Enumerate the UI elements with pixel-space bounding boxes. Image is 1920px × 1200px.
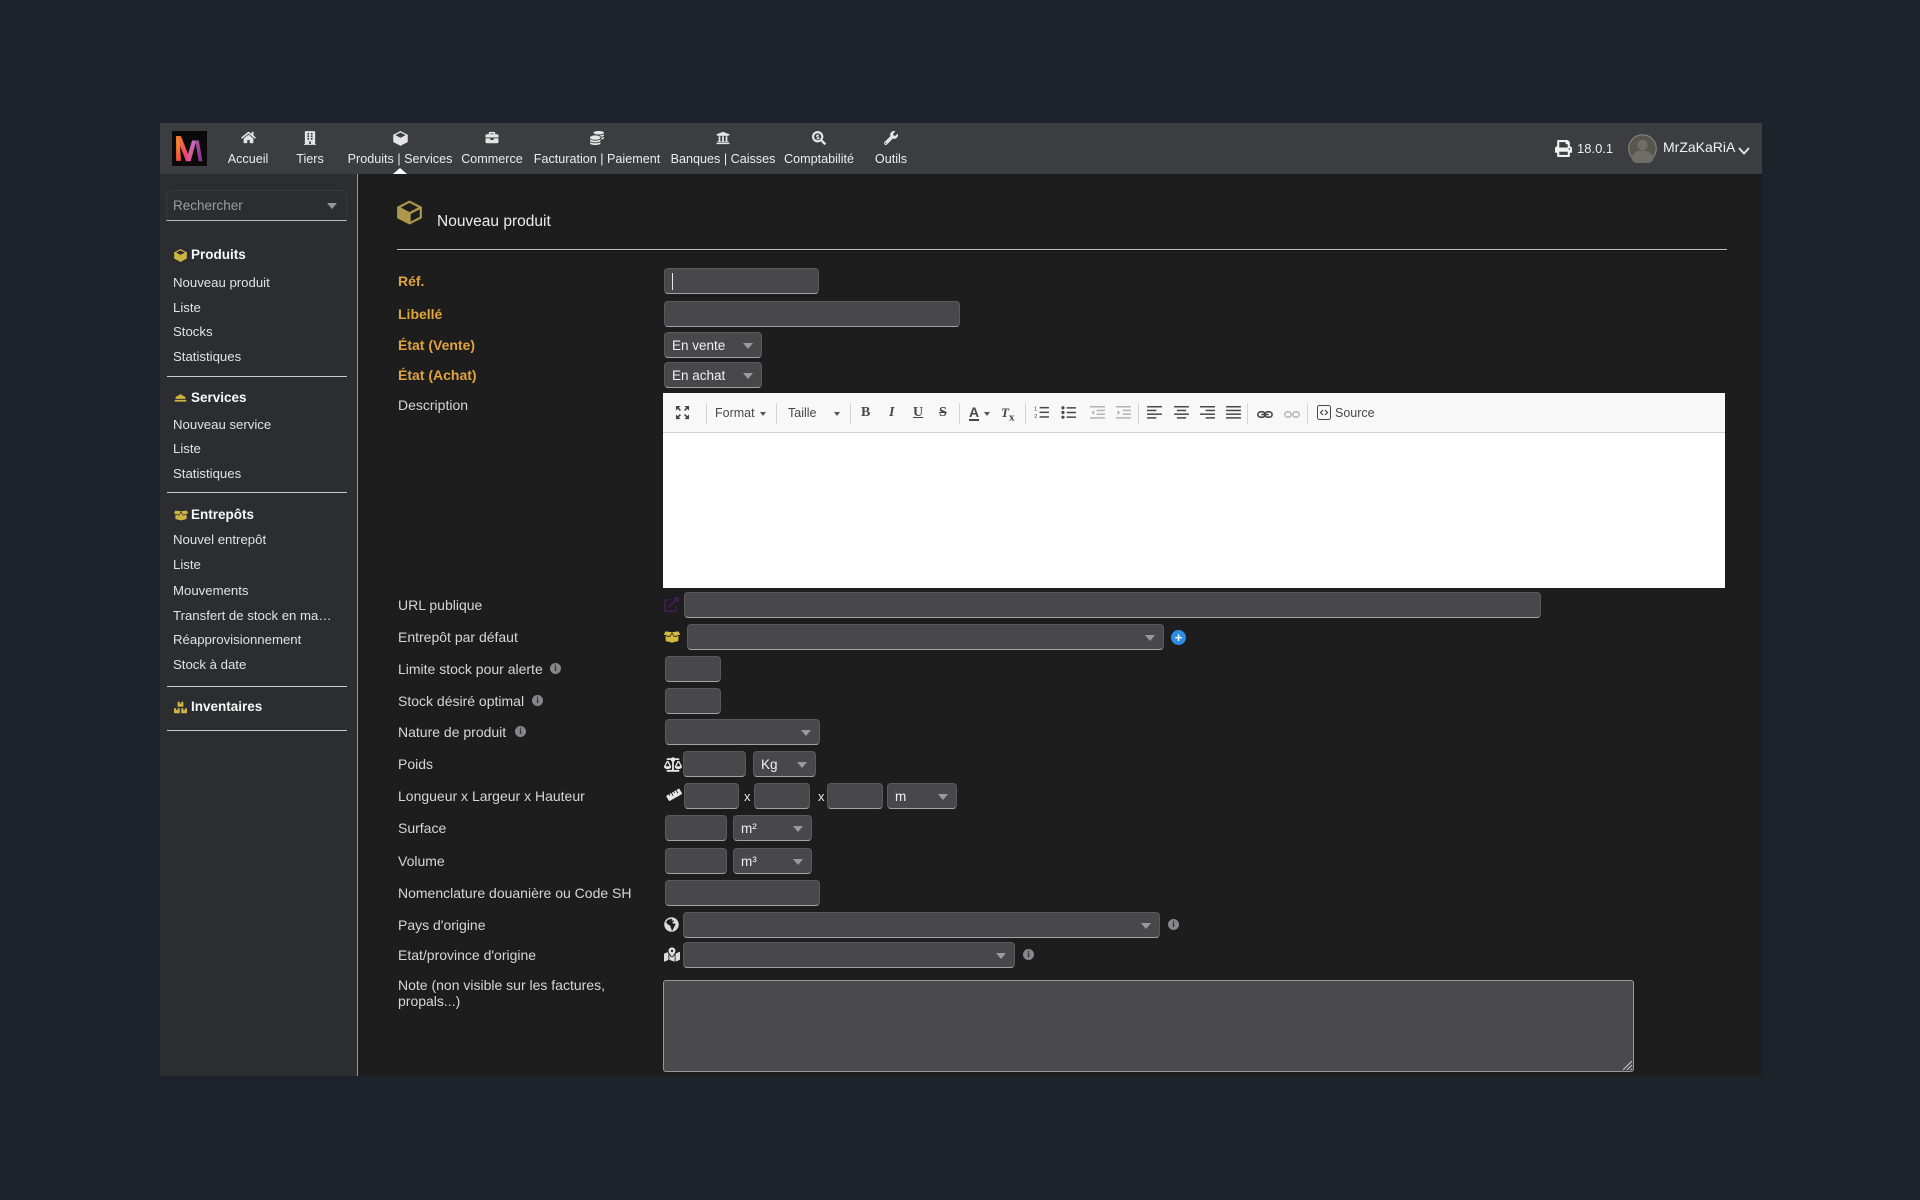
svg-text:2: 2 bbox=[1034, 414, 1037, 419]
svg-text:1: 1 bbox=[1034, 407, 1037, 413]
